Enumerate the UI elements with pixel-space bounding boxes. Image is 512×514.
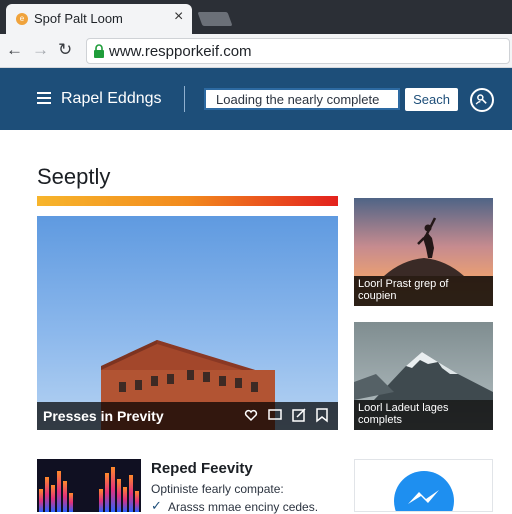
browser-tab-bar: e Spof Palt Loom × — [0, 0, 512, 34]
search-person-icon[interactable] — [470, 88, 494, 112]
site-favicon-icon: e — [16, 13, 28, 25]
messenger-card[interactable] — [354, 459, 493, 512]
address-bar[interactable]: www.respporkeif.com — [86, 38, 510, 64]
article-thumbnail[interactable] — [37, 459, 141, 512]
comment-icon[interactable] — [267, 407, 283, 423]
equalizer-image — [39, 467, 139, 512]
search-button[interactable]: Seach — [405, 88, 458, 111]
header-divider — [184, 86, 185, 112]
reload-icon[interactable]: ↻ — [58, 40, 72, 60]
search-input[interactable]: Loading the nearly complete — [204, 88, 400, 110]
section-title: Seeptly — [37, 164, 111, 189]
accent-gradient-bar — [37, 196, 338, 206]
browser-toolbar: ← → ↻ www.respporkeif.com — [0, 34, 512, 68]
heart-icon[interactable] — [243, 407, 259, 423]
edit-icon[interactable] — [291, 407, 307, 423]
article-title[interactable]: Reped Feevity — [151, 460, 253, 477]
tab-title: Spof Palt Loom — [34, 11, 123, 26]
site-header: Rapel Eddngs Loading the nearly complete… — [0, 68, 512, 130]
new-tab-button[interactable] — [197, 12, 233, 26]
lock-icon — [94, 44, 104, 58]
hero-image-card[interactable]: Presses in Previty — [37, 216, 338, 430]
forward-arrow-icon[interactable]: → — [32, 40, 49, 60]
site-brand[interactable]: Rapel Eddngs — [61, 90, 162, 108]
menu-icon[interactable] — [37, 92, 51, 104]
url-text: www.respporkeif.com — [109, 43, 252, 60]
side-card[interactable]: Loorl Prast grep of coupien — [354, 198, 493, 306]
hero-caption: Presses in Previty — [43, 408, 164, 424]
browser-tab[interactable]: e Spof Palt Loom × — [6, 4, 192, 34]
back-arrow-icon[interactable]: ← — [6, 40, 23, 60]
card-caption: Loorl Prast grep of coupien — [358, 278, 449, 302]
card-caption: Loorl Ladeut lages complets — [358, 402, 449, 426]
side-card[interactable]: Loorl Ladeut lages complets — [354, 322, 493, 430]
messenger-icon — [394, 471, 454, 511]
article-subtitle: Optiniste fearly compate: — [151, 482, 284, 496]
building-image — [101, 340, 275, 430]
tab-close-icon[interactable]: × — [174, 8, 183, 26]
bookmark-icon[interactable] — [314, 407, 330, 423]
